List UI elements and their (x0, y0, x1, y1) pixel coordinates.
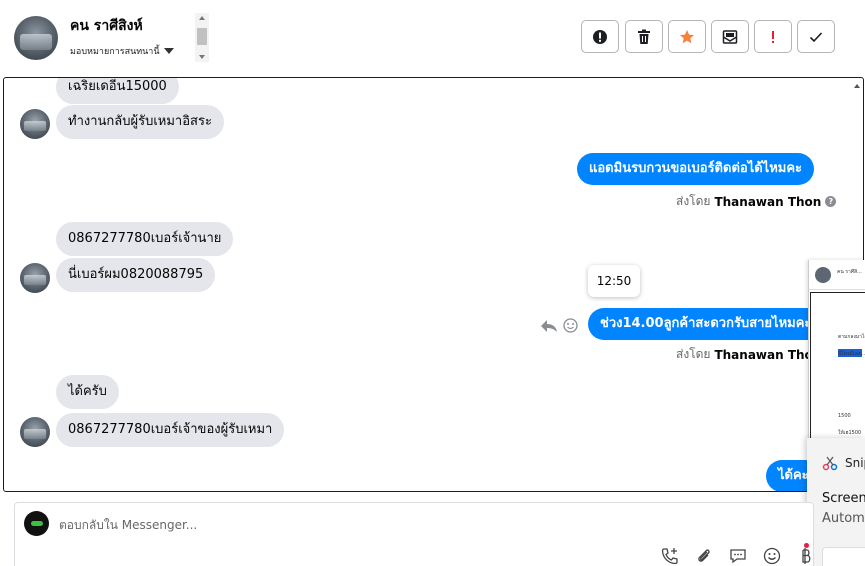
sent-by-prefix: ส่งโดย (676, 194, 711, 208)
page-avatar (24, 511, 49, 536)
payment-button[interactable] (796, 546, 816, 566)
scroll-thumb[interactable] (197, 28, 207, 45)
header-scrollbar[interactable] (195, 13, 209, 62)
follow-up-button[interactable] (754, 20, 792, 53)
notification-app-name: Snip (845, 456, 865, 470)
help-icon[interactable]: ? (825, 196, 837, 207)
composer-actions (660, 546, 816, 566)
outgoing-message[interactable]: แอดมินรบกวนขอเบอร์ติดต่อได้ไหมคะ (577, 153, 815, 185)
snip-tool-icon (822, 456, 838, 471)
conversation-header: คน ราศีสิงห์ มอบหมายการสนทนานี้ (0, 0, 865, 76)
assign-conversation-dropdown[interactable]: มอบหมายการสนทนานี้ (70, 44, 174, 58)
thumbnail-name: คน ราศีสิ... (837, 269, 862, 275)
emoji-button[interactable] (762, 546, 782, 566)
sender-avatar (20, 263, 50, 293)
trash-icon (638, 29, 650, 44)
reply-input[interactable] (59, 515, 659, 535)
paperclip-icon (698, 549, 710, 562)
exclamation-icon (772, 30, 774, 43)
smiley-icon (763, 547, 781, 565)
thumbnail-avatar (815, 267, 831, 283)
contact-name[interactable]: คน ราศีสิงห์ (70, 15, 143, 37)
reply-composer (14, 502, 814, 566)
sent-by-prefix: ส่งโดย (676, 347, 711, 361)
sent-by-label: ส่งโดย Thanawan Thon (676, 345, 821, 364)
caret-down-icon (163, 48, 174, 54)
reply-icon[interactable] (540, 319, 558, 333)
screenshot-thumbnail[interactable]: คน ราศีสิ... ตามกลงมาได้ มีใครมีเลงเ... … (808, 260, 865, 440)
thumbnail-header: คน ราศีสิ... (809, 260, 865, 290)
mark-unread-button[interactable] (711, 20, 749, 53)
incoming-message[interactable]: เฉริยเดอีน15000 (56, 78, 179, 104)
app-window: คน ราศีสิงห์ มอบหมายการสนทนานี้ เฉริยเดอ… (0, 0, 865, 566)
incoming-message[interactable]: นี่เบอร์ผม0820088795 (56, 258, 216, 292)
incoming-message[interactable]: ทำงานกลับผู้รับเหมาอิสระ (56, 105, 224, 139)
sent-by-label: ส่งโดย Thanawan Thon ? (676, 192, 837, 211)
phone-plus-icon (661, 548, 678, 565)
notification-app: Snip (822, 455, 865, 471)
thumbnail-line: 1500 (838, 413, 851, 419)
incoming-message[interactable]: ได้ครับ (56, 375, 119, 409)
sent-by-agent: Thanawan Thon (714, 194, 822, 209)
delete-button[interactable] (625, 20, 663, 53)
thumbnail-line: ตามกลงมาได้ (838, 334, 865, 340)
message-actions (540, 318, 578, 333)
thumbnail-thread: ตามกลงมาได้ มีใครมีเลงเ... 1500 ให้เฮ150… (810, 292, 865, 440)
scroll-up-icon[interactable] (854, 84, 860, 88)
thumbnail-line: มีใครมีเลงเ... (838, 351, 865, 357)
notification-action-button[interactable] (822, 547, 865, 566)
incoming-message[interactable]: 0867277780เบอร์เจ้าของผู้รับเหมา (56, 413, 285, 447)
done-button[interactable] (797, 20, 835, 53)
star-button[interactable] (668, 20, 706, 53)
outgoing-message[interactable]: ช่วง14.00ลูกค้าสะดวกรับสายไหมคะ (588, 308, 824, 340)
timestamp-tooltip: 12:50 (588, 265, 640, 297)
alert-circle-icon (593, 29, 607, 44)
contact-avatar[interactable] (14, 16, 58, 60)
chat-bubble-icon (730, 549, 746, 564)
scroll-down-icon[interactable] (199, 55, 205, 59)
spam-button[interactable] (581, 20, 619, 53)
notification-dot (804, 543, 809, 548)
star-icon (680, 29, 694, 43)
emoji-react-icon[interactable] (563, 318, 578, 333)
scroll-up-icon[interactable] (199, 16, 205, 20)
notification-title: Screens (822, 491, 865, 506)
sent-by-agent: Thanawan Thon (714, 347, 822, 362)
mail-icon (722, 29, 738, 44)
notification-subtitle: Automa (822, 511, 865, 526)
saved-replies-button[interactable] (728, 546, 748, 566)
attach-button[interactable] (694, 546, 714, 566)
call-button[interactable] (660, 546, 680, 566)
assign-label: มอบหมายการสนทนานี้ (70, 47, 160, 57)
message-thread[interactable]: เฉริยเดอีน15000 ทำงานกลับผู้รับเหมาอิสระ… (3, 77, 864, 492)
incoming-message[interactable]: 0867277780เบอร์เจ้านาย (56, 222, 234, 256)
sender-avatar (20, 109, 50, 139)
thumbnail-line: ให้เฮ1500 (838, 430, 862, 436)
baht-icon (802, 548, 811, 564)
check-icon (809, 31, 823, 42)
sender-avatar (20, 417, 50, 447)
